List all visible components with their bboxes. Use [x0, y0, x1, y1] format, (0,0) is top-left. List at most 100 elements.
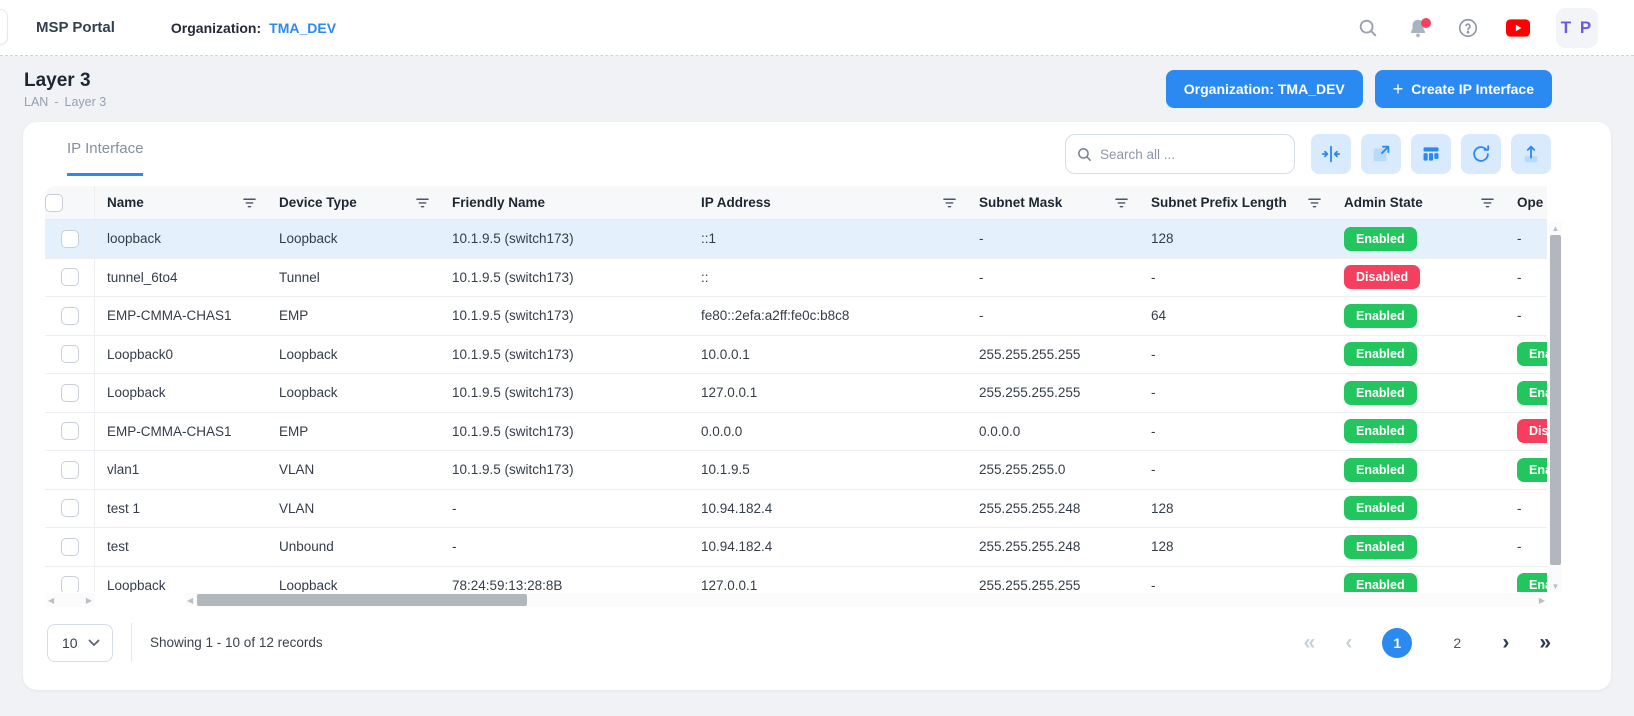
column-header-oper_state: Ope	[1505, 186, 1547, 219]
table-row[interactable]: testUnbound-10.94.182.4255.255.255.24812…	[45, 528, 1547, 567]
refresh-button[interactable]	[1461, 134, 1501, 174]
cell-subnet-mask: 255.255.255.248	[979, 539, 1080, 554]
tab-ip-interface[interactable]: IP Interface	[67, 140, 143, 176]
admin-state-badge: Enabled	[1344, 304, 1417, 328]
table-row[interactable]: Loopback0Loopback10.1.9.5 (switch173)10.…	[45, 336, 1547, 375]
cell-oper-state: -	[1517, 539, 1522, 554]
columns-button[interactable]	[1411, 134, 1451, 174]
create-ip-interface-button[interactable]: + Create IP Interface	[1375, 70, 1552, 108]
avatar[interactable]: T P	[1556, 8, 1598, 48]
row-checkbox[interactable]	[61, 422, 79, 440]
column-header-prefix_length: Subnet Prefix Length	[1139, 186, 1332, 219]
cell-name: vlan1	[107, 462, 139, 477]
row-checkbox[interactable]	[61, 384, 79, 402]
cell-oper-state: -	[1517, 270, 1522, 285]
help-icon[interactable]	[1456, 16, 1480, 40]
row-checkbox[interactable]	[61, 230, 79, 248]
breadcrumb: LAN-Layer 3	[24, 95, 106, 109]
frozen-column-scrollbar[interactable]: ◀ ▶	[45, 593, 95, 607]
cell-ip-address: 10.94.182.4	[701, 539, 772, 554]
filter-icon[interactable]	[1307, 196, 1322, 209]
cell-name: test 1	[107, 501, 140, 516]
row-checkbox-cell	[45, 490, 95, 528]
cell-subnet-mask: 255.255.255.0	[979, 462, 1065, 477]
oper-state-badge: Enabled	[1517, 381, 1547, 405]
open-fullscreen-button[interactable]	[1361, 134, 1401, 174]
cell-friendly-name: -	[452, 501, 457, 516]
horizontal-scroll-thumb[interactable]	[197, 594, 527, 606]
row-checkbox[interactable]	[61, 461, 79, 479]
filter-icon[interactable]	[1114, 196, 1129, 209]
search-icon[interactable]	[1356, 16, 1380, 40]
table-row[interactable]: LoopbackLoopback78:24:59:13:28:8B127.0.0…	[45, 567, 1547, 593]
scroll-down-arrow[interactable]: ▼	[1549, 580, 1562, 592]
organization-value-link[interactable]: TMA_DEV	[269, 20, 336, 36]
cell-friendly-name: 10.1.9.5 (switch173)	[452, 385, 574, 400]
export-button[interactable]	[1511, 134, 1551, 174]
table-footer: 10 Showing 1 - 10 of 12 records «‹12›»	[23, 609, 1611, 662]
scroll-right-arrow[interactable]: ▶	[86, 596, 92, 605]
filter-icon[interactable]	[942, 196, 957, 209]
vertical-scroll-thumb[interactable]	[1550, 235, 1561, 565]
cell-subnet-mask: 0.0.0.0	[979, 424, 1020, 439]
previous-page-button[interactable]: ‹	[1345, 632, 1352, 653]
row-checkbox-cell	[45, 528, 95, 566]
cell-friendly-name: 10.1.9.5 (switch173)	[452, 462, 574, 477]
row-checkbox[interactable]	[61, 499, 79, 517]
first-page-button[interactable]: «	[1304, 632, 1316, 653]
page-size-select[interactable]: 10	[47, 624, 113, 662]
admin-state-badge: Enabled	[1344, 419, 1417, 443]
scroll-up-arrow[interactable]: ▲	[1549, 222, 1562, 234]
cell-subnet-mask: -	[979, 231, 984, 246]
organization-button[interactable]: Organization: TMA_DEV	[1166, 70, 1363, 108]
cell-ip-address: ::	[701, 270, 709, 285]
filter-icon[interactable]	[415, 196, 430, 209]
row-checkbox[interactable]	[61, 345, 79, 363]
table-row[interactable]: EMP-CMMA-CHAS1EMP10.1.9.5 (switch173)fe8…	[45, 297, 1547, 336]
column-header-name: Name	[95, 186, 267, 219]
scroll-left-arrow[interactable]: ◀	[48, 596, 54, 605]
last-page-button[interactable]: »	[1539, 632, 1551, 653]
breadcrumb-layer3[interactable]: Layer 3	[65, 95, 107, 109]
breadcrumb-lan[interactable]: LAN	[24, 95, 48, 109]
row-checkbox-cell	[45, 451, 95, 489]
filter-icon[interactable]	[242, 196, 257, 209]
oper-state-badge: Enabled	[1517, 458, 1547, 482]
app-title: MSP Portal	[36, 19, 115, 36]
scroll-right-arrow[interactable]: ▶	[1539, 596, 1545, 605]
sidebar-toggle[interactable]	[0, 9, 8, 45]
table-row[interactable]: LoopbackLoopback10.1.9.5 (switch173)127.…	[45, 374, 1547, 413]
row-checkbox[interactable]	[61, 538, 79, 556]
table-row[interactable]: test 1VLAN-10.94.182.4255.255.255.248128…	[45, 490, 1547, 529]
cell-subnet-mask: 255.255.255.255	[979, 578, 1080, 592]
cell-ip-address: ::1	[701, 231, 716, 246]
row-checkbox[interactable]	[61, 307, 79, 325]
notification-dot	[1421, 18, 1431, 28]
cell-friendly-name: 10.1.9.5 (switch173)	[452, 347, 574, 362]
notifications-bell-icon[interactable]	[1406, 16, 1430, 40]
row-checkbox[interactable]	[61, 268, 79, 286]
search-input[interactable]	[1065, 134, 1295, 174]
next-page-button[interactable]: ›	[1502, 632, 1509, 653]
filter-icon[interactable]	[1480, 196, 1495, 209]
table-row[interactable]: tunnel_6to4Tunnel10.1.9.5 (switch173)::-…	[45, 259, 1547, 298]
table-row[interactable]: EMP-CMMA-CHAS1EMP10.1.9.5 (switch173)0.0…	[45, 413, 1547, 452]
page-button-1[interactable]: 1	[1382, 628, 1412, 658]
row-checkbox[interactable]	[61, 576, 79, 592]
youtube-icon[interactable]	[1506, 16, 1530, 40]
scroll-left-arrow[interactable]: ◀	[187, 596, 193, 605]
row-checkbox-cell	[45, 297, 95, 335]
top-bar: MSP Portal Organization: TMA_DEV T P	[0, 0, 1634, 56]
admin-state-badge: Disabled	[1344, 265, 1420, 289]
ip-interface-table: NameDevice TypeFriendly NameIP AddressSu…	[45, 186, 1547, 592]
page-header: Layer 3 LAN-Layer 3 Organization: TMA_DE…	[0, 56, 1634, 122]
row-checkbox-cell	[45, 259, 95, 297]
select-all-checkbox[interactable]	[45, 194, 63, 212]
vertical-scrollbar[interactable]: ▲ ▼	[1549, 222, 1562, 592]
fit-columns-button[interactable]	[1311, 134, 1351, 174]
table-row[interactable]: vlan1VLAN10.1.9.5 (switch173)10.1.9.5255…	[45, 451, 1547, 490]
open-external-icon	[1370, 143, 1392, 165]
table-row[interactable]: loopbackLoopback10.1.9.5 (switch173)::1-…	[45, 220, 1547, 259]
main-horizontal-scrollbar[interactable]: ◀ ▶	[185, 593, 1547, 607]
page-button-2[interactable]: 2	[1442, 628, 1472, 658]
